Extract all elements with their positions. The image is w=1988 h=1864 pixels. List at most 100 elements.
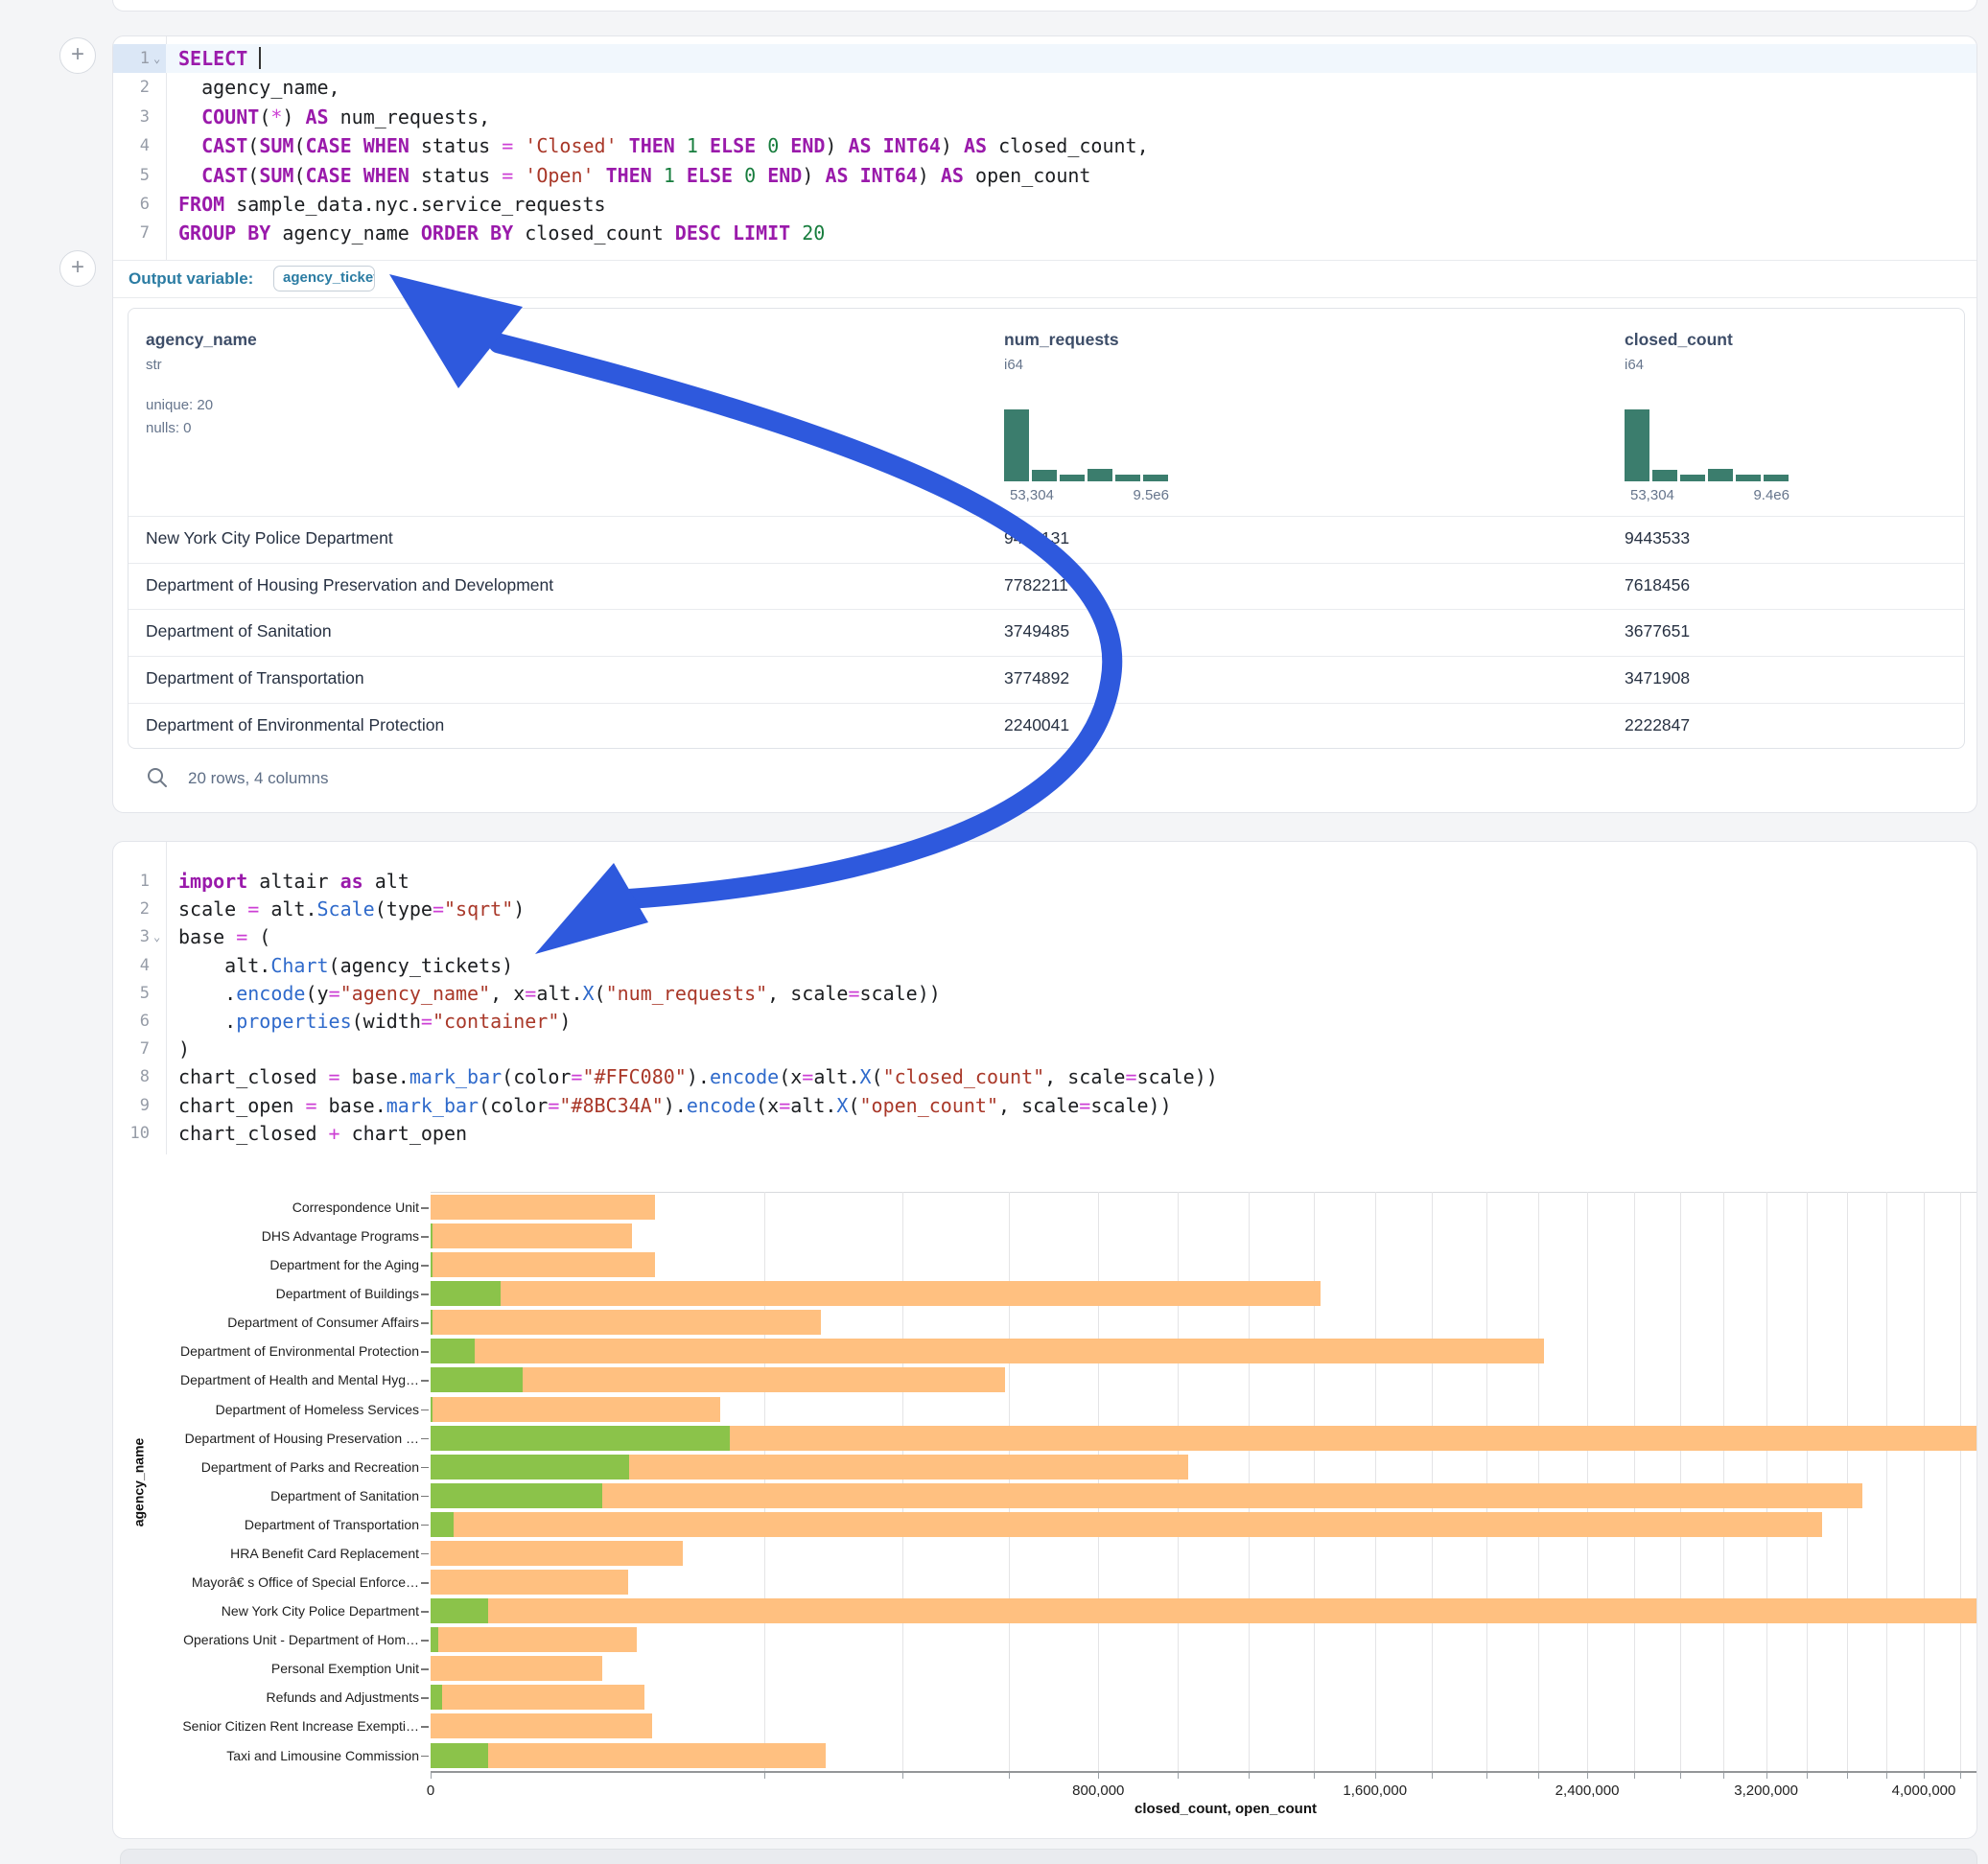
code-line: 7) xyxy=(113,1036,1976,1063)
x-minor-tick xyxy=(1960,1773,1961,1779)
y-tick xyxy=(421,1668,429,1670)
output-variable-label: Output variable: xyxy=(129,269,253,289)
code-text: agency_name, xyxy=(178,73,340,102)
fold-chevron-icon[interactable]: ⌄ xyxy=(153,44,167,73)
y-tick xyxy=(421,1410,429,1411)
code-text: SELECT xyxy=(178,44,261,73)
gridline xyxy=(1960,1192,1961,1771)
gridline xyxy=(1486,1192,1487,1771)
code-text: ) xyxy=(178,1036,190,1063)
output-variable-row: Output variable: agency_tickets xyxy=(113,261,1976,297)
gridline xyxy=(1098,1192,1099,1771)
bar-open-count xyxy=(431,1455,629,1480)
bar-open-count xyxy=(431,1743,488,1768)
line-number: 7 xyxy=(113,219,150,247)
y-tick xyxy=(421,1438,429,1440)
y-tick xyxy=(421,1467,429,1469)
gridline xyxy=(1886,1192,1887,1771)
code-line: 1⌄SELECT xyxy=(113,44,1976,73)
bar-closed-count xyxy=(431,1339,1544,1363)
code-text: base = ( xyxy=(178,923,270,951)
python-cell-card: 1 import altair as alt2scale = alt.Scale(… xyxy=(112,841,1977,1839)
code-line: 9 chart_open = base.mark_bar(color="#8BC3… xyxy=(113,1092,1976,1120)
x-minor-tick xyxy=(1924,1773,1925,1779)
code-text: FROM sample_data.nyc.service_requests xyxy=(178,190,606,219)
cell-closed-count: 3471908 xyxy=(1625,668,1690,688)
bar-open-count xyxy=(431,1367,523,1392)
y-axis-label: New York City Police Department xyxy=(161,1603,419,1619)
fold-chevron-icon[interactable]: ⌄ xyxy=(153,923,167,951)
cell-num-requests: 7782211 xyxy=(1004,575,1068,595)
cell-agency-name: New York City Police Department xyxy=(146,528,393,548)
y-tick xyxy=(421,1756,429,1758)
code-line: 5 CAST(SUM(CASE WHEN status = 'Open' THE… xyxy=(113,161,1976,190)
y-axis-label: Correspondence Unit xyxy=(161,1200,419,1215)
bar-open-count xyxy=(431,1252,433,1277)
y-tick xyxy=(421,1322,429,1324)
gridline xyxy=(1375,1192,1376,1771)
output-variable-pill[interactable]: agency_tickets xyxy=(273,266,375,291)
bar-closed-count xyxy=(431,1713,652,1738)
sql-editor[interactable]: 1⌄SELECT 2 agency_name,3 COUNT(*) AS num… xyxy=(113,36,1976,260)
bar-closed-count xyxy=(431,1397,720,1422)
y-tick xyxy=(421,1553,429,1555)
code-line: 7GROUP BY agency_name ORDER BY closed_co… xyxy=(113,219,1976,247)
gridline xyxy=(1680,1192,1681,1771)
x-tick-label: 1,600,000 xyxy=(1343,1782,1407,1799)
x-tick-label: 800,000 xyxy=(1072,1782,1124,1799)
line-number: 4 xyxy=(113,952,150,980)
text-cursor xyxy=(259,47,261,69)
code-text: alt.Chart(agency_tickets) xyxy=(178,952,513,980)
divider xyxy=(113,297,1976,298)
x-minor-tick xyxy=(1723,1773,1724,1779)
x-minor-tick xyxy=(1009,1773,1010,1779)
table-row[interactable]: New York City Police Department 9453131 94… xyxy=(129,516,1964,564)
y-tick xyxy=(421,1236,429,1238)
line-number: 5 xyxy=(113,161,150,190)
code-text: .encode(y="agency_name", x=alt.X("num_re… xyxy=(178,980,941,1008)
bar-closed-count xyxy=(431,1367,1005,1392)
bar-closed-count xyxy=(431,1426,1977,1451)
code-text: CAST(SUM(CASE WHEN status = 'Closed' THE… xyxy=(178,131,1149,160)
x-minor-tick xyxy=(1886,1773,1887,1779)
bar-closed-count xyxy=(431,1223,632,1248)
search-icon[interactable] xyxy=(146,766,169,789)
table-row[interactable]: Department of Environmental Protection22… xyxy=(129,703,1964,749)
gridline xyxy=(1587,1192,1588,1771)
add-cell-button-top[interactable]: + xyxy=(59,37,96,74)
table-row[interactable]: Department of Housing Preservation and D… xyxy=(129,563,1964,611)
y-axis-label: Department of Health and Mental Hyg… xyxy=(161,1372,419,1387)
y-axis-label: Personal Exemption Unit xyxy=(161,1661,419,1676)
x-minor-tick xyxy=(1314,1773,1315,1779)
x-tick-label: 4,000,000 xyxy=(1892,1782,1956,1799)
code-text: import altair as alt xyxy=(178,868,409,896)
y-tick xyxy=(421,1380,429,1382)
add-cell-button-mid[interactable]: + xyxy=(59,250,96,287)
y-axis-label: Department of Transportation xyxy=(161,1517,419,1532)
y-tick xyxy=(421,1207,429,1209)
code-line: 2scale = alt.Scale(type="sqrt") xyxy=(113,896,1976,923)
code-text: chart_open = base.mark_bar(color="#8BC34… xyxy=(178,1092,1172,1120)
bar-closed-count xyxy=(431,1483,1862,1508)
bar-open-count xyxy=(431,1685,442,1710)
bar-open-count xyxy=(431,1223,433,1248)
gridline xyxy=(1009,1192,1010,1771)
python-editor[interactable]: 1 import altair as alt2scale = alt.Scale(… xyxy=(113,842,1976,1154)
line-number: 9 xyxy=(113,1092,150,1120)
cell-closed-count: 9443533 xyxy=(1625,528,1690,548)
code-line: 3 COUNT(*) AS num_requests, xyxy=(113,103,1976,131)
x-minor-tick xyxy=(1766,1773,1767,1779)
code-line: 3⌄base = ( xyxy=(113,923,1976,951)
code-text: chart_closed + chart_open xyxy=(178,1120,467,1148)
x-minor-tick xyxy=(1538,1773,1539,1779)
line-number: 6 xyxy=(113,190,150,219)
table-row[interactable]: Department of Transportation377489234719… xyxy=(129,656,1964,704)
cell-num-requests: 9453131 xyxy=(1004,528,1069,548)
cell-num-requests: 3749485 xyxy=(1004,621,1069,641)
line-number: 1 xyxy=(113,868,150,896)
y-axis-label: Department of Environmental Protection xyxy=(161,1343,419,1359)
x-tick-label: 3,200,000 xyxy=(1734,1782,1798,1799)
y-tick xyxy=(421,1351,429,1353)
x-minor-tick xyxy=(1847,1773,1848,1779)
table-row[interactable]: Department of Sanitation37494853677651 xyxy=(129,609,1964,657)
